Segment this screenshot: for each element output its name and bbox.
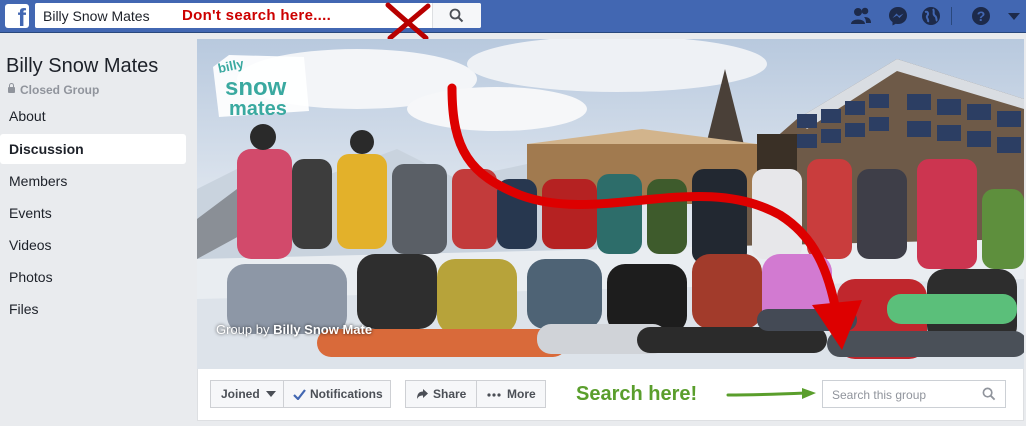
- check-icon: [293, 389, 306, 400]
- dont-search-annotation: Don't search here....: [182, 7, 332, 24]
- cover-photo[interactable]: billy snow mates Group by Billy Snow Mat…: [197, 39, 1024, 369]
- search-icon: [449, 8, 464, 23]
- sidebar-item-events[interactable]: Events: [0, 198, 186, 228]
- search-group-placeholder: Search this group: [832, 388, 927, 402]
- sidebar-item-videos[interactable]: Videos: [0, 230, 186, 260]
- friends-icon[interactable]: [850, 5, 872, 27]
- caret-down-icon[interactable]: [1003, 5, 1025, 27]
- toolbar-divider: [951, 7, 952, 25]
- facebook-logo-icon[interactable]: f: [5, 4, 29, 31]
- share-button[interactable]: Share: [405, 380, 477, 408]
- share-arrow-icon: [417, 389, 428, 399]
- search-icon[interactable]: [982, 387, 996, 401]
- green-annotation-arrow: [726, 388, 816, 399]
- red-x-mark-icon: [385, 2, 431, 41]
- cover-photo-image: [197, 39, 1024, 369]
- messenger-icon[interactable]: [887, 5, 909, 27]
- help-icon[interactable]: ?: [970, 5, 992, 27]
- top-navigation-bar: f Billy Snow Mates Don't search here....…: [0, 0, 1026, 41]
- svg-text:mates: mates: [229, 98, 287, 120]
- group-sidebar: Billy Snow Mates Closed Group About Disc…: [0, 33, 196, 426]
- more-button[interactable]: More: [476, 380, 546, 408]
- svg-text:snow: snow: [225, 74, 287, 101]
- sidebar-item-files[interactable]: Files: [0, 294, 186, 324]
- group-logo-icon: billy snow mates: [213, 55, 309, 120]
- joined-button[interactable]: Joined: [210, 380, 284, 408]
- notifications-button[interactable]: Notifications: [283, 380, 391, 408]
- group-search-input[interactable]: Search this group: [822, 380, 1006, 408]
- group-owner-link[interactable]: Billy Snow Mate: [273, 322, 372, 337]
- caret-down-icon: [266, 391, 276, 397]
- sidebar-item-discussion[interactable]: Discussion: [0, 134, 186, 164]
- search-button[interactable]: [432, 3, 481, 28]
- more-dots-icon: [487, 393, 501, 397]
- globe-icon[interactable]: [920, 5, 942, 27]
- svg-text:?: ?: [977, 8, 986, 24]
- cover-caption: Group by Billy Snow Mate: [216, 322, 373, 337]
- lock-icon: [8, 83, 15, 93]
- group-name[interactable]: Billy Snow Mates: [6, 55, 158, 78]
- sidebar-item-members[interactable]: Members: [0, 166, 186, 196]
- sidebar-item-photos[interactable]: Photos: [0, 262, 186, 292]
- sidebar-item-about[interactable]: About: [0, 101, 186, 131]
- group-action-bar: Joined Notifications Share More Search h…: [197, 369, 1024, 421]
- group-privacy-label: Closed Group: [8, 83, 99, 97]
- search-input-value: Billy Snow Mates: [43, 8, 150, 24]
- search-here-annotation: Search here!: [576, 383, 698, 405]
